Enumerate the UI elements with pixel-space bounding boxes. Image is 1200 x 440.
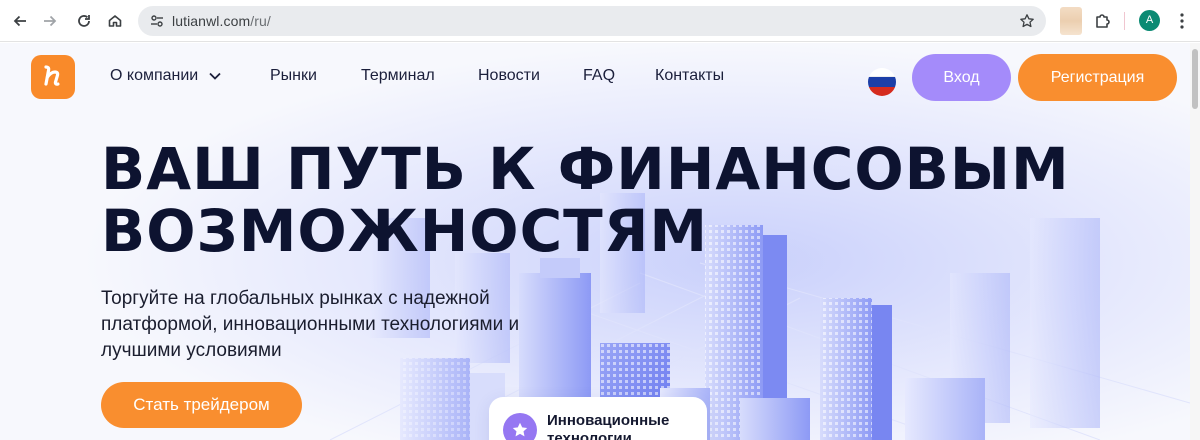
url-host: lutianwl.com: [172, 13, 251, 29]
star-icon: [503, 413, 537, 440]
login-button[interactable]: Вход: [912, 54, 1011, 101]
nav-item-about[interactable]: О компании: [110, 67, 221, 85]
site-info-icon[interactable]: [146, 10, 168, 32]
forward-icon[interactable]: [38, 9, 62, 33]
toolbar-divider: [1124, 12, 1125, 30]
register-button[interactable]: Регистрация: [1018, 54, 1177, 101]
extension-icon[interactable]: [1060, 7, 1082, 35]
become-trader-button[interactable]: Стать трейдером: [101, 382, 302, 428]
back-icon[interactable]: [8, 9, 32, 33]
scrollbar-thumb[interactable]: [1192, 49, 1198, 109]
site-header: О компании Рынки Терминал Новости FAQ Ко…: [0, 43, 1190, 113]
nav-item-terminal[interactable]: Терминал: [361, 67, 435, 85]
feature-card-text: Инновационные технологии: [547, 412, 670, 440]
extensions-puzzle-icon[interactable]: [1091, 9, 1115, 33]
bookmark-star-icon[interactable]: [1016, 10, 1038, 32]
address-bar[interactable]: lutianwl.com/ru/: [138, 6, 1046, 36]
url-text: lutianwl.com/ru/: [172, 13, 271, 29]
profile-avatar[interactable]: A: [1139, 10, 1160, 31]
nav-item-markets[interactable]: Рынки: [270, 67, 317, 85]
browser-menu-icon[interactable]: [1170, 9, 1194, 33]
chevron-down-icon: [209, 72, 221, 80]
home-icon[interactable]: [103, 9, 127, 33]
nav-item-about-label: О компании: [110, 67, 199, 84]
nav-item-faq[interactable]: FAQ: [583, 67, 615, 85]
nav-item-news[interactable]: Новости: [478, 67, 540, 85]
webpage: О компании Рынки Терминал Новости FAQ Ко…: [0, 43, 1190, 440]
hero-title-line1: ВАШ ПУТЬ К ФИНАНСОВЫМ: [101, 135, 1070, 203]
url-path: /ru/: [250, 13, 271, 29]
brand-logo-icon[interactable]: [31, 55, 75, 99]
nav-item-contacts[interactable]: Контакты: [655, 67, 724, 85]
hero-title: ВАШ ПУТЬ К ФИНАНСОВЫМ ВОЗМОЖНОСТЯМ: [101, 138, 1070, 262]
hero-title-line2: ВОЗМОЖНОСТЯМ: [101, 197, 709, 265]
russia-flag-icon[interactable]: [868, 68, 896, 96]
hero-subtitle: Торгуйте на глобальных рынках с надежной…: [101, 288, 520, 361]
browser-toolbar: lutianwl.com/ru/ A: [0, 0, 1200, 42]
reload-icon[interactable]: [72, 9, 96, 33]
feature-card: Инновационные технологии: [489, 397, 707, 440]
page-scrollbar[interactable]: [1190, 43, 1200, 440]
